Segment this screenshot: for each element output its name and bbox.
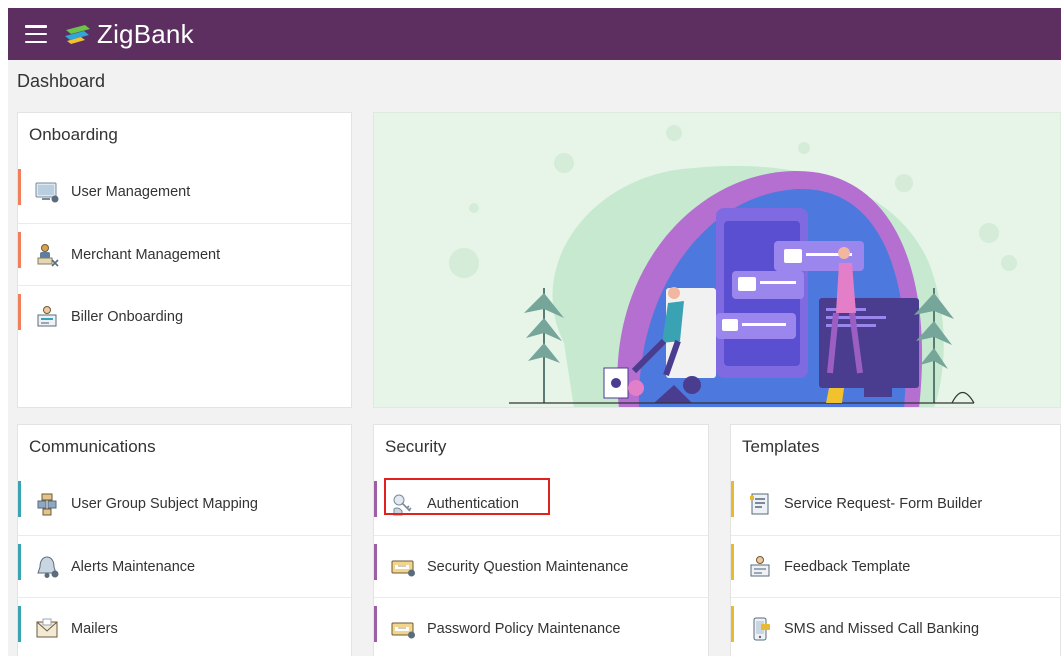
feedback-icon — [750, 555, 770, 576]
menu-item-mailers[interactable]: Mailers — [18, 597, 351, 656]
security-card: Security Authentication **** Security Qu… — [373, 424, 709, 656]
menu-item-password-policy-maintenance[interactable]: **** Password Policy Maintenance — [374, 597, 708, 656]
menu-item-sms-and-missed-call-banking[interactable]: SMS and Missed Call Banking — [731, 597, 1060, 656]
page-title: Dashboard — [17, 71, 106, 91]
onboarding-card-title: Onboarding — [29, 125, 118, 144]
mobile-app-team-illustration — [449, 125, 1017, 407]
onboarding-card: Onboarding User Management Merchant Mana… — [17, 112, 352, 408]
templates-card-title: Templates — [742, 437, 820, 456]
svg-text:****: **** — [398, 626, 406, 631]
menu-item-user-group-subject-mapping[interactable]: User Group Subject Mapping — [18, 473, 351, 535]
menu-item-feedback-template[interactable]: Feedback Template — [731, 535, 1060, 597]
communications-card: Communications User Group Subject Mappin… — [17, 424, 352, 656]
group-mapping-icon — [37, 493, 57, 516]
menu-item-service-request-form-builder[interactable]: Service Request- Form Builder — [731, 473, 1060, 535]
biller-icon — [37, 305, 57, 326]
templates-card: Templates Service Request- Form Builder — [730, 424, 1061, 656]
menu-item-merchant-management[interactable]: Merchant Management — [18, 223, 351, 285]
password-card-icon: **** — [391, 560, 415, 576]
password-card-icon: **** — [391, 622, 415, 638]
menu-item-security-question-maintenance[interactable]: **** Security Question Maintenance — [374, 535, 708, 597]
computer-user-icon — [35, 182, 59, 203]
bell-icon — [37, 555, 59, 578]
key-hand-icon — [393, 494, 412, 516]
brand-name: ZigBank — [97, 18, 194, 49]
menu-item-alerts-maintenance[interactable]: Alerts Maintenance — [18, 535, 351, 597]
mail-icon — [36, 618, 58, 637]
form-builder-icon — [750, 493, 769, 515]
merchant-icon — [37, 243, 59, 267]
zigbank-logo-icon — [65, 25, 90, 44]
dashboard-content: Dashboard Onboarding User Management Mer… — [8, 60, 1061, 656]
security-card-title: Security — [385, 437, 447, 456]
brand-logo[interactable]: ZigBank — [63, 19, 194, 50]
menu-item-user-management[interactable]: User Management — [18, 161, 351, 223]
menu-item-biller-onboarding[interactable]: Biller Onboarding — [18, 285, 351, 347]
hamburger-menu-icon[interactable] — [25, 25, 47, 43]
communications-card-title: Communications — [29, 437, 156, 456]
dashboard-banner — [373, 112, 1061, 408]
sms-phone-icon — [753, 617, 770, 640]
menu-item-authentication[interactable]: Authentication — [374, 473, 708, 535]
svg-text:****: **** — [398, 564, 406, 569]
top-header: ZigBank — [8, 8, 1061, 60]
